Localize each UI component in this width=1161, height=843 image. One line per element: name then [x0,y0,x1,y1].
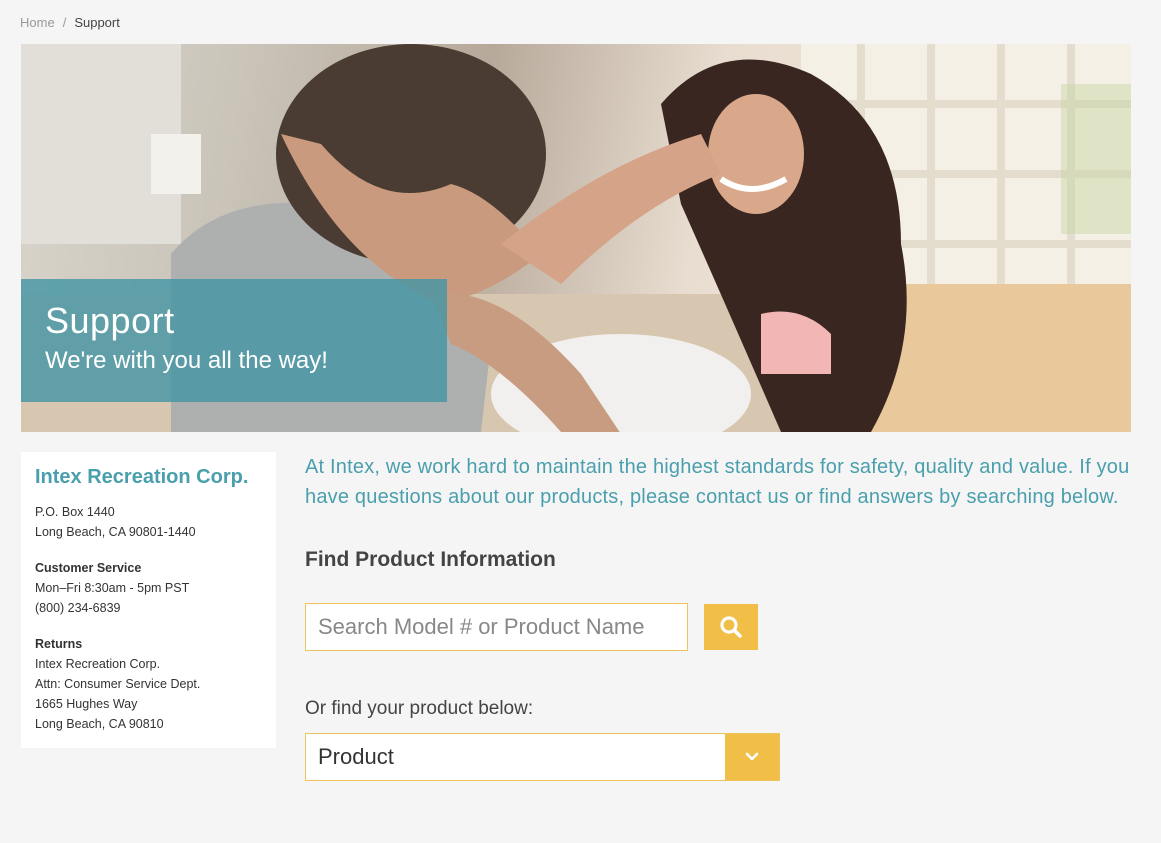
dropdown-toggle[interactable] [725,734,779,780]
service-hours: Mon–Fri 8:30am - 5pm PST [35,581,190,595]
customer-service-label: Customer Service [35,561,142,575]
search-row [305,603,1135,651]
company-name: Intex Recreation Corp. [35,466,249,488]
hero-caption-box: Support We're with you all the way! [21,279,447,402]
address-line: P.O. Box 1440 [35,505,115,519]
contact-info-card: Intex Recreation Corp. P.O. Box 1440 Lon… [21,452,276,748]
product-search-input[interactable] [305,603,688,651]
hero-title: Support [45,300,175,341]
hero-subtitle: We're with you all the way! [45,347,328,374]
breadcrumb-home-link[interactable]: Home [20,15,55,30]
find-product-heading: Find Product Information [305,548,556,571]
search-button[interactable] [704,604,758,650]
returns-label: Returns [35,637,83,651]
product-select[interactable]: Product [305,733,780,781]
returns-line: Intex Recreation Corp. [35,657,161,671]
intro-text: At Intex, we work hard to maintain the h… [305,456,1130,508]
breadcrumb-current: Support [74,15,120,30]
returns-line: 1665 Hughes Way [35,697,138,711]
address-line: Long Beach, CA 90801-1440 [35,525,196,539]
chevron-down-icon [745,752,759,761]
breadcrumb-separator: / [62,15,67,30]
returns-line: Attn: Consumer Service Dept. [35,677,201,691]
or-find-label: Or find your product below: [305,698,534,719]
returns-section: Returns Intex Recreation Corp. Attn: Con… [35,634,262,734]
phone-number[interactable]: (800) 234-6839 [35,598,262,618]
customer-service-section: Customer Service Mon–Fri 8:30am - 5pm PS… [35,558,262,618]
search-icon [720,616,742,638]
breadcrumb: Home / Support [20,15,120,30]
returns-line: Long Beach, CA 90810 [35,717,164,731]
hero-banner-image: Support We're with you all the way! [21,44,1131,432]
mailing-address: P.O. Box 1440 Long Beach, CA 90801-1440 [35,502,262,542]
support-main-content: At Intex, we work hard to maintain the h… [305,452,1135,781]
product-select-value: Product [318,744,394,769]
